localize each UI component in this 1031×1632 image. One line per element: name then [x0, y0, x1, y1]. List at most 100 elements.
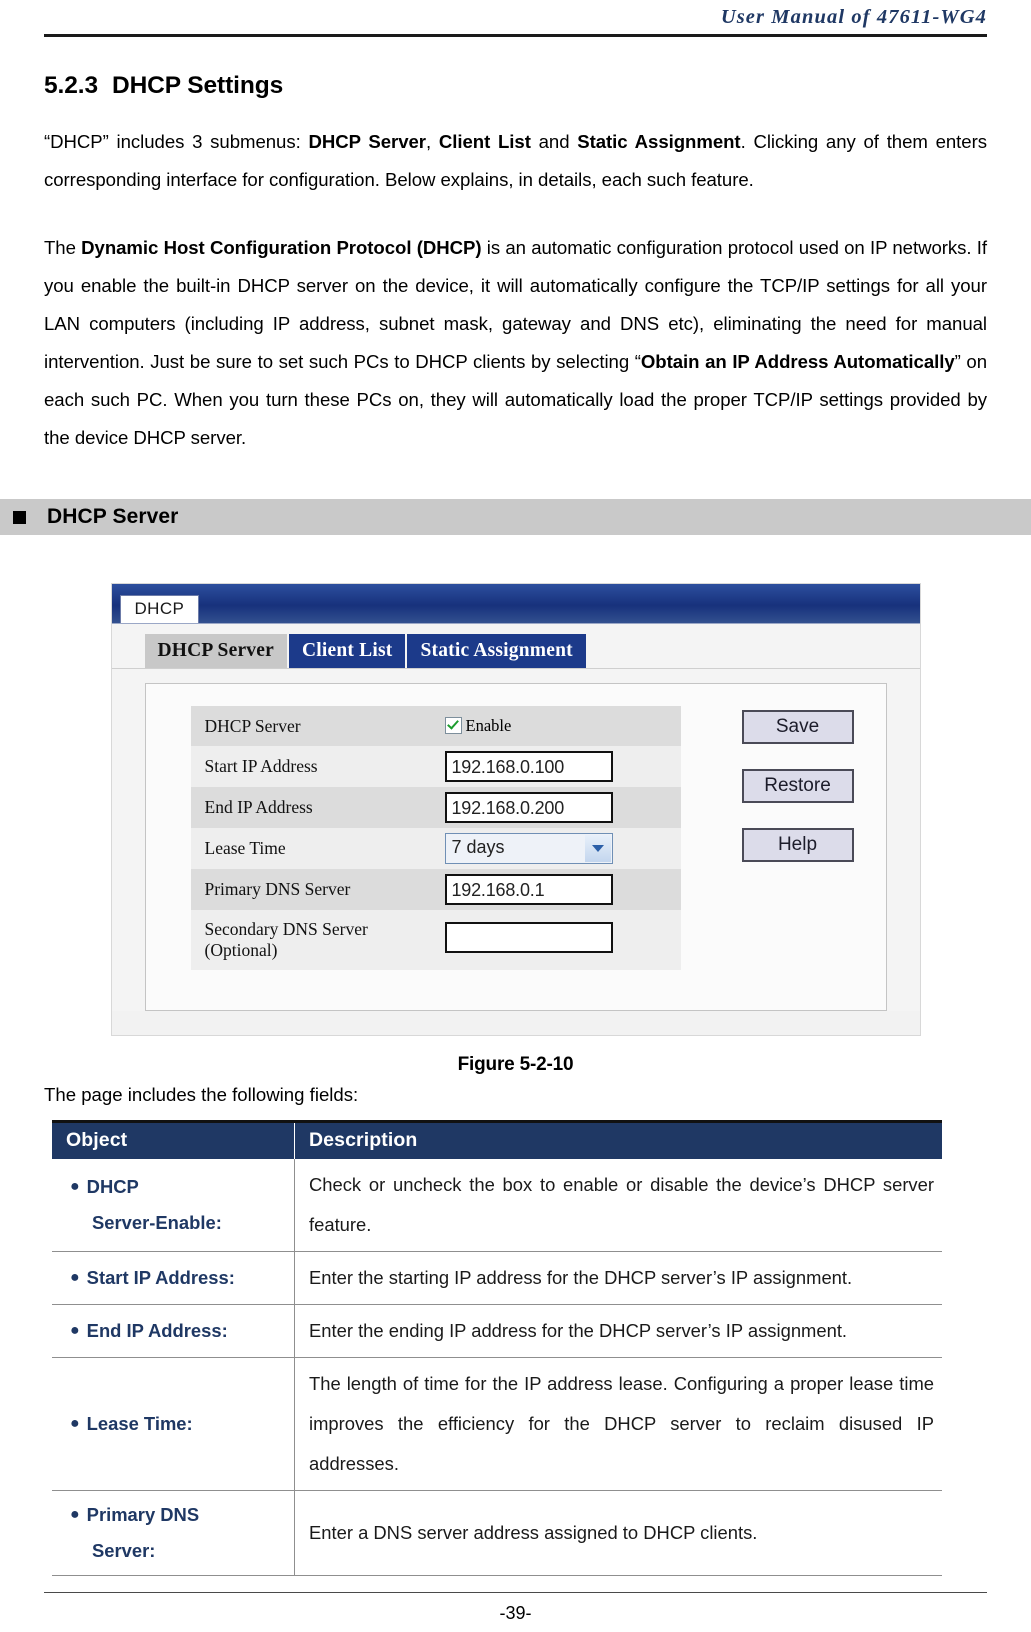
- label-lease-time: Lease Time: [190, 828, 433, 869]
- running-header: User Manual of 47611-WG4: [44, 0, 987, 33]
- dhcp-settings-panel: DHCP Server Enable Start IP Address 192.…: [144, 683, 887, 1011]
- router-titlebar: DHCP: [111, 584, 920, 624]
- square-bullet-icon: [13, 510, 26, 524]
- section-title-text: DHCP Settings: [112, 72, 284, 99]
- router-body: DHCP Server Client List Static Assignmen…: [111, 624, 920, 1011]
- row-object-lease-time: ● Lease Time:: [52, 1357, 295, 1491]
- column-header-description: Description: [294, 1121, 942, 1159]
- header-divider: [44, 34, 987, 37]
- list-bullet-icon: ●: [70, 1322, 80, 1339]
- field-description-table: Object Description ● DHCP Server-Enable: C…: [52, 1120, 942, 1576]
- table-lead-in-text: The page includes the following fields:: [44, 1084, 359, 1105]
- intro-seg-3: and: [530, 131, 578, 152]
- start-ip-address-input[interactable]: 192.168.0.100: [444, 751, 613, 782]
- row-description-lease-time: The length of time for the IP address le…: [294, 1357, 942, 1491]
- table-row: ● Start IP Address: Enter the starting IP…: [52, 1251, 942, 1305]
- running-header-text: User Manual of 47611-WG4: [720, 6, 987, 28]
- restore-button[interactable]: Restore: [741, 769, 854, 803]
- intro-seg-1: “DHCP” includes 3 submenus:: [44, 131, 309, 152]
- value-lease-time: 7 days: [432, 828, 681, 869]
- row-description-dhcp-server-enable: Check or uncheck the box to enable or di…: [294, 1159, 942, 1252]
- list-bullet-icon: ●: [70, 1178, 80, 1195]
- secondary-dns-server-input[interactable]: [444, 922, 613, 953]
- row-object-line1: DHCP: [86, 1176, 139, 1197]
- term-obtain-ip-automatically: Obtain an IP Address Automatically: [640, 351, 955, 372]
- row-object-line1: End IP Address:: [86, 1320, 228, 1341]
- save-button[interactable]: Save: [741, 710, 854, 744]
- submenu-client-list: Client List: [438, 131, 531, 152]
- dhcp-description-paragraph: The Dynamic Host Configuration Protocol …: [44, 229, 987, 457]
- submenu-dhcp-server: DHCP Server: [308, 131, 426, 152]
- footer-divider: [44, 1592, 987, 1593]
- form-row-primary-dns: Primary DNS Server 192.168.0.1: [190, 869, 681, 910]
- label-end-ip-address: End IP Address: [190, 787, 433, 828]
- label-start-ip-address: Start IP Address: [190, 746, 433, 787]
- figure-image-wrapper: DHCP DHCP Server Client List Static Assi…: [44, 583, 987, 1036]
- lease-time-selected-value: 7 days: [451, 837, 505, 857]
- end-ip-address-input[interactable]: 192.168.0.200: [444, 792, 613, 823]
- tab-client-list[interactable]: Client List: [288, 634, 406, 668]
- dhcp-server-bar-label: DHCP Server: [47, 505, 179, 528]
- table-row: ● End IP Address: Enter the ending IP add…: [52, 1304, 942, 1358]
- list-bullet-icon: ●: [70, 1506, 80, 1523]
- value-dhcp-server: Enable: [432, 706, 681, 746]
- desc-seg-1: The: [44, 237, 82, 258]
- row-description-end-ip-address: Enter the ending IP address for the DHCP…: [294, 1304, 942, 1358]
- help-button[interactable]: Help: [741, 828, 854, 862]
- row-description-primary-dns-server: Enter a DNS server address assigned to D…: [294, 1490, 942, 1576]
- label-primary-dns-server: Primary DNS Server: [190, 869, 433, 910]
- router-ui-screenshot: DHCP DHCP Server Client List Static Assi…: [110, 583, 921, 1036]
- page-number: -39-: [499, 1603, 532, 1623]
- row-object-start-ip-address: ● Start IP Address:: [52, 1251, 295, 1305]
- row-object-dhcp-server-enable: ● DHCP Server-Enable:: [52, 1159, 295, 1252]
- row-object-line1: Primary DNS: [86, 1504, 200, 1525]
- value-start-ip-address: 192.168.0.100: [432, 746, 681, 787]
- form-row-lease-time: Lease Time 7 days: [190, 828, 681, 869]
- label-secondary-dns-line2: (Optional): [204, 940, 278, 960]
- row-object-line2: Server:: [92, 1540, 156, 1561]
- table-row: ● Primary DNS Server: Enter a DNS server a…: [52, 1490, 942, 1576]
- term-dhcp-full: Dynamic Host Configuration Protocol (DHC…: [81, 237, 482, 258]
- tab-static-assignment[interactable]: Static Assignment: [407, 634, 586, 668]
- row-object-end-ip-address: ● End IP Address:: [52, 1304, 295, 1358]
- value-secondary-dns-server: [432, 910, 681, 970]
- intro-paragraph: “DHCP” includes 3 submenus: DHCP Server,…: [44, 123, 987, 199]
- intro-seg-2: ,: [425, 131, 439, 152]
- row-object-line1: Lease Time:: [86, 1413, 193, 1434]
- value-primary-dns-server: 192.168.0.1: [432, 869, 681, 910]
- window-tab-dhcp[interactable]: DHCP: [119, 595, 200, 623]
- label-secondary-dns-server: Secondary DNS Server (Optional): [190, 910, 433, 970]
- label-secondary-dns-line1: Secondary DNS Server: [204, 919, 368, 939]
- form-row-secondary-dns: Secondary DNS Server (Optional): [190, 910, 681, 970]
- list-bullet-icon: ●: [70, 1269, 80, 1286]
- dhcp-server-section-bar: DHCP Server: [0, 499, 1031, 535]
- dhcp-form: DHCP Server Enable Start IP Address 192.…: [146, 684, 706, 1010]
- figure-caption: Figure 5-2-10: [457, 1054, 574, 1075]
- submenu-static-assignment: Static Assignment: [577, 131, 741, 152]
- enable-checkbox[interactable]: [444, 717, 462, 734]
- row-description-start-ip-address: Enter the starting IP address for the DH…: [294, 1251, 942, 1305]
- row-object-line1: Start IP Address:: [86, 1267, 235, 1288]
- table-row: ● DHCP Server-Enable: Check or uncheck the…: [52, 1159, 942, 1252]
- form-row-start-ip: Start IP Address 192.168.0.100: [190, 746, 681, 787]
- document-page: User Manual of 47611-WG4 5.2.3 DHCP Setti…: [0, 0, 1031, 1632]
- enable-checkbox-label: Enable: [465, 716, 512, 735]
- column-header-object: Object: [52, 1121, 295, 1159]
- table-header-row: Object Description: [52, 1121, 942, 1159]
- tab-dhcp-server[interactable]: DHCP Server: [144, 634, 287, 668]
- list-bullet-icon: ●: [70, 1415, 80, 1432]
- section-heading: 5.2.3 DHCP Settings: [44, 72, 987, 100]
- router-tabstrip: DHCP Server Client List Static Assignmen…: [111, 634, 920, 669]
- section-number: 5.2.3: [44, 72, 98, 99]
- label-dhcp-server: DHCP Server: [190, 706, 433, 746]
- lease-time-select[interactable]: 7 days: [444, 833, 613, 864]
- primary-dns-server-input[interactable]: 192.168.0.1: [444, 874, 613, 905]
- form-row-dhcp-server: DHCP Server Enable: [190, 706, 681, 746]
- form-row-end-ip: End IP Address 192.168.0.200: [190, 787, 681, 828]
- row-object-line2: Server-Enable:: [92, 1212, 222, 1233]
- chevron-down-icon[interactable]: [584, 835, 611, 862]
- table-row: ● Lease Time: The length of time for the …: [52, 1357, 942, 1491]
- dhcp-action-buttons: Save Restore Help: [706, 684, 906, 1010]
- row-object-primary-dns-server: ● Primary DNS Server:: [52, 1490, 295, 1576]
- value-end-ip-address: 192.168.0.200: [432, 787, 681, 828]
